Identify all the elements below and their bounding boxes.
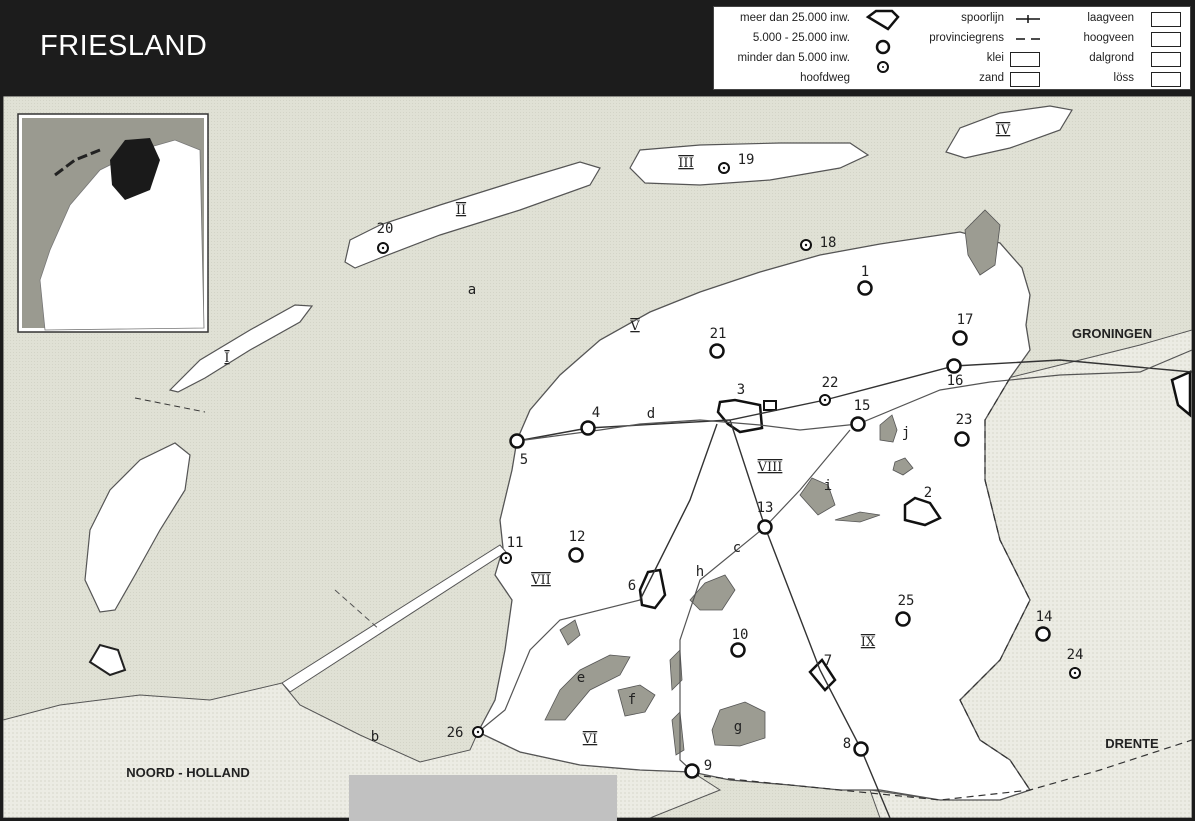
place-number-label: 4: [592, 405, 600, 421]
clay-swatch: [1010, 52, 1040, 67]
place-number-label: 19: [738, 152, 755, 168]
legend-province-border: provinciegrens: [929, 32, 1004, 44]
legend-clay: klei: [986, 52, 1004, 64]
place-number-label: 16: [947, 373, 964, 389]
place-number-label: 23: [956, 412, 973, 428]
town-marker-icon: [857, 280, 873, 296]
village-dot-icon: [504, 556, 508, 560]
letter-label: h: [696, 564, 704, 580]
town-marker-icon: [709, 343, 725, 359]
town-marker-icon: [853, 741, 869, 757]
place-number-label: 5: [520, 452, 528, 468]
letter-label: d: [647, 406, 655, 422]
town-marker-icon: [895, 611, 911, 627]
map-canvas: 1234567891011 121314151617181920212223242…: [3, 96, 1192, 818]
legend-city-symbols: [865, 9, 900, 73]
village-dot-icon: [823, 398, 827, 402]
legend-low-peat: laagveen: [1087, 12, 1134, 24]
legend-sand: zand: [979, 72, 1004, 84]
large-city-icon: [865, 9, 900, 31]
town-marker-icon: [757, 519, 773, 535]
letter-label: g: [734, 719, 742, 735]
region-numeral-label: V: [629, 319, 640, 334]
village-dot-icon: [722, 166, 726, 170]
place-number-label: 9: [704, 758, 712, 774]
letter-label: e: [577, 670, 585, 686]
place-number-label: 25: [898, 593, 915, 609]
legend-dalgrond: dalgrond: [1089, 52, 1134, 64]
place-number-label: 15: [854, 398, 871, 414]
village-dot-icon: [1073, 671, 1077, 675]
letter-label: c: [733, 540, 741, 556]
village-dot-icon: [381, 246, 385, 250]
letter-label: i: [824, 478, 832, 494]
place-number-label: 2: [924, 485, 932, 501]
village-dot-icon: [804, 243, 808, 247]
sand-swatch: [1010, 72, 1040, 87]
region-numeral-label: IV: [996, 123, 1011, 138]
place-number-label: 22: [822, 375, 839, 391]
redaction-box: [349, 775, 617, 821]
legend: meer dan 25.000 inw. 5.000 - 25.000 inw.…: [713, 6, 1191, 90]
town-marker-icon: [580, 420, 596, 436]
loess-swatch: [1151, 72, 1181, 87]
place-number-label: 3: [737, 382, 745, 398]
province-label: NOORD - HOLLAND: [126, 765, 250, 780]
region-numeral-label: II: [456, 203, 466, 218]
town-marker-icon: [568, 547, 584, 563]
place-number-label: 21: [710, 326, 727, 342]
legend-line-symbols: [1016, 15, 1040, 40]
legend-loess: löss: [1113, 72, 1134, 84]
letter-label: b: [371, 729, 379, 745]
town-marker-icon: [952, 330, 968, 346]
place-number-label: 14: [1036, 609, 1053, 625]
letter-label: f: [628, 692, 636, 708]
town-marker-icon: [509, 433, 525, 449]
province-label: DRENTE: [1105, 736, 1159, 751]
letter-label: a: [468, 282, 476, 298]
place-number-label: 18: [820, 235, 837, 251]
legend-railway: spoorlijn: [961, 12, 1004, 24]
region-numeral-label: I: [224, 351, 229, 366]
town-marker-icon: [1035, 626, 1051, 642]
place-number-label: 12: [569, 529, 586, 545]
low-peat-swatch: [1151, 12, 1181, 27]
place-number-label: 10: [732, 627, 749, 643]
place-number-label: 24: [1067, 647, 1084, 663]
medium-town-icon: [875, 39, 891, 55]
place-number-label: 8: [843, 736, 851, 752]
legend-high-peat: hoogveen: [1083, 32, 1134, 44]
legend-main-road: hoofdweg: [800, 72, 850, 84]
village-dot-icon: [476, 730, 480, 734]
town-marker-icon: [684, 763, 700, 779]
place-number-label: 17: [957, 312, 974, 328]
region-numeral-label: III: [678, 156, 693, 171]
inset-map-netherlands: [17, 113, 209, 333]
high-peat-swatch: [1151, 32, 1181, 47]
place-number-label: 7: [824, 653, 832, 669]
place-number-label: 26: [447, 725, 464, 741]
place-number-label: 6: [628, 578, 636, 594]
town-marker-icon: [730, 642, 746, 658]
place-number-label: 1: [861, 264, 869, 280]
dalgrond-swatch: [1151, 52, 1181, 67]
place-number-label: 13: [757, 500, 774, 516]
town-marker-icon: [850, 416, 866, 432]
legend-large-city: meer dan 25.000 inw.: [740, 12, 850, 24]
region-numeral-label: VII: [530, 573, 551, 588]
town-marker-icon: [954, 431, 970, 447]
region-numeral-label: VIII: [757, 460, 783, 475]
letter-label: j: [902, 425, 910, 441]
place-number-label: 11: [507, 535, 524, 551]
legend-small-town: minder dan 5.000 inw.: [737, 52, 850, 64]
region-numeral-label: VI: [582, 732, 598, 747]
town-marker-icon: [946, 358, 962, 374]
province-label: GRONINGEN: [1072, 326, 1152, 341]
legend-medium-town: 5.000 - 25.000 inw.: [752, 32, 850, 44]
region-numeral-label: IX: [861, 635, 876, 650]
map-title: FRIESLAND: [40, 30, 208, 62]
place-number-label: 20: [377, 221, 394, 237]
